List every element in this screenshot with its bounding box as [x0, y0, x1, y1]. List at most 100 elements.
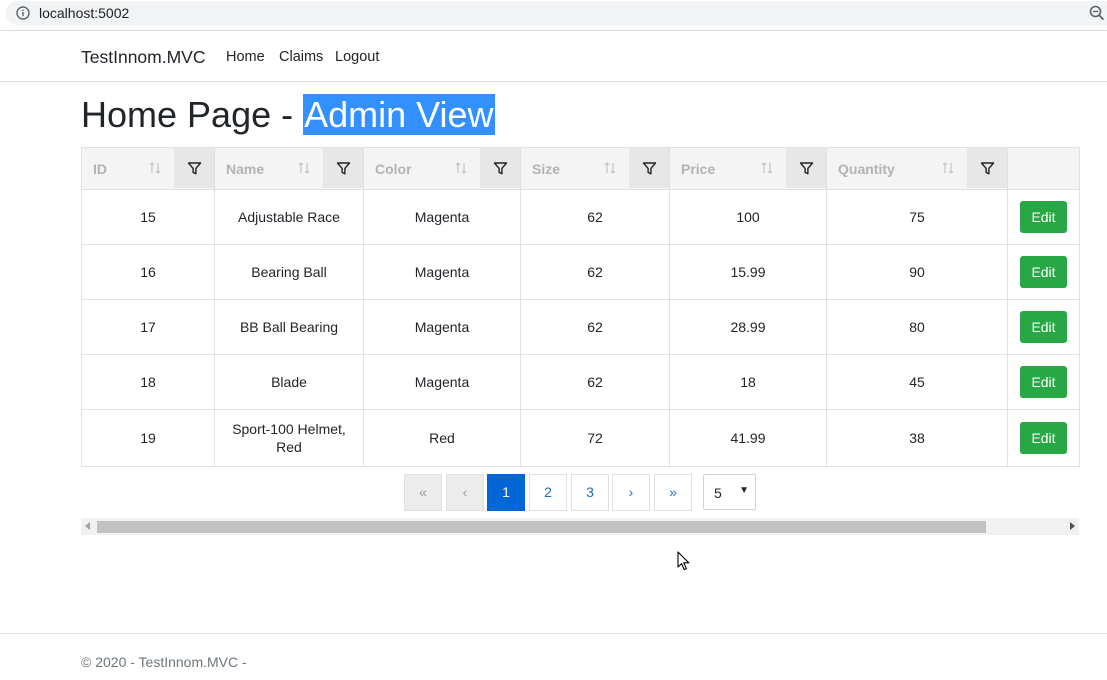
column-header-size[interactable]: Size — [520, 147, 670, 190]
first-page-button[interactable]: « — [404, 474, 442, 511]
sort-icon[interactable] — [603, 161, 617, 175]
url-text[interactable]: localhost:5002 — [39, 5, 129, 21]
cell-name: Sport-100 Helmet, Red — [214, 409, 364, 467]
cell-color: Magenta — [363, 244, 521, 300]
column-header-label: Color — [375, 161, 412, 177]
column-header-id[interactable]: ID — [81, 147, 215, 190]
info-icon[interactable] — [16, 6, 30, 20]
cell-id: 16 — [81, 244, 215, 300]
scroll-left-arrow-icon[interactable] — [85, 522, 90, 530]
page-title-prefix: Home Page - — [81, 94, 304, 135]
cell-actions: Edit — [1007, 299, 1080, 355]
filter-button[interactable] — [629, 148, 669, 188]
cell-price: 15.99 — [669, 244, 827, 300]
edit-button[interactable]: Edit — [1020, 366, 1067, 398]
cell-name: Adjustable Race — [214, 189, 364, 245]
page-button-2[interactable]: 2 — [529, 474, 567, 511]
column-header-color[interactable]: Color — [363, 147, 521, 190]
edit-button[interactable]: Edit — [1020, 311, 1067, 343]
sort-icon[interactable] — [760, 161, 774, 175]
cell-id: 18 — [81, 354, 215, 410]
cell-quantity: 75 — [826, 189, 1008, 245]
cell-actions: Edit — [1007, 354, 1080, 410]
page-button-3[interactable]: 3 — [571, 474, 609, 511]
browser-address-bar: localhost:5002 — [0, 0, 1107, 31]
cell-size: 62 — [520, 244, 670, 300]
cell-color: Magenta — [363, 354, 521, 410]
cell-quantity: 38 — [826, 409, 1008, 467]
zoom-icon[interactable] — [1089, 5, 1105, 21]
nav-home-link[interactable]: Home — [226, 49, 265, 65]
filter-icon — [980, 161, 994, 174]
cell-size: 62 — [520, 189, 670, 245]
page-title-highlight: Admin View — [303, 94, 495, 135]
edit-button[interactable]: Edit — [1020, 201, 1067, 233]
column-header-actions — [1007, 147, 1080, 190]
sort-icon[interactable] — [297, 161, 311, 175]
column-header-label: Quantity — [838, 161, 895, 177]
url-field[interactable]: localhost:5002 — [6, 1, 1107, 25]
cell-price: 41.99 — [669, 409, 827, 467]
table-row: 18 Blade Magenta 62 18 45 Edit — [81, 354, 1080, 410]
nav-claims-link[interactable]: Claims — [279, 49, 323, 65]
scrollbar-thumb[interactable] — [97, 521, 986, 533]
cell-quantity: 80 — [826, 299, 1008, 355]
column-header-name[interactable]: Name — [214, 147, 364, 190]
column-header-label: Name — [226, 161, 265, 177]
page-size-select[interactable]: 5 ▼ — [703, 474, 756, 510]
table-row: 19 Sport-100 Helmet, Red Red 72 41.99 38… — [81, 409, 1080, 467]
mouse-cursor-icon — [677, 551, 690, 571]
filter-icon — [336, 161, 350, 174]
sort-icon[interactable] — [454, 161, 468, 175]
cell-actions: Edit — [1007, 409, 1080, 467]
column-header-label: Price — [681, 161, 716, 177]
table-row: 15 Adjustable Race Magenta 62 100 75 Edi… — [81, 189, 1080, 245]
filter-icon — [493, 161, 507, 174]
sort-icon[interactable] — [148, 161, 162, 175]
column-header-quantity[interactable]: Quantity — [826, 147, 1008, 190]
table-row: 17 BB Ball Bearing Magenta 62 28.99 80 E… — [81, 299, 1080, 355]
edit-button[interactable]: Edit — [1020, 256, 1067, 288]
cell-actions: Edit — [1007, 244, 1080, 300]
cell-size: 62 — [520, 299, 670, 355]
cell-color: Magenta — [363, 299, 521, 355]
column-header-price[interactable]: Price — [669, 147, 827, 190]
filter-icon — [187, 161, 201, 174]
prev-page-button[interactable]: ‹ — [446, 474, 484, 511]
next-page-button[interactable]: › — [612, 474, 650, 511]
cell-price: 100 — [669, 189, 827, 245]
cell-color: Red — [363, 409, 521, 467]
last-page-button[interactable]: » — [654, 474, 692, 511]
cell-price: 18 — [669, 354, 827, 410]
nav-logout-link[interactable]: Logout — [335, 49, 379, 65]
page-title: Home Page - Admin View — [81, 94, 495, 135]
filter-button[interactable] — [967, 148, 1007, 188]
filter-button[interactable] — [786, 148, 826, 188]
cell-id: 17 — [81, 299, 215, 355]
page-size-value: 5 — [714, 485, 722, 501]
cell-color: Magenta — [363, 189, 521, 245]
brand-link[interactable]: TestInnom.MVC — [81, 47, 205, 68]
footer: © 2020 - TestInnom.MVC - — [0, 633, 1107, 680]
scroll-right-arrow-icon[interactable] — [1070, 522, 1075, 530]
filter-icon — [642, 161, 656, 174]
cell-name: Blade — [214, 354, 364, 410]
navbar: TestInnom.MVC Home Claims Logout — [0, 31, 1107, 82]
edit-button[interactable]: Edit — [1020, 422, 1067, 454]
cell-quantity: 90 — [826, 244, 1008, 300]
page-button-1[interactable]: 1 — [487, 474, 525, 511]
cell-id: 15 — [81, 189, 215, 245]
column-header-label: Size — [532, 161, 561, 177]
filter-button[interactable] — [480, 148, 520, 188]
filter-button[interactable] — [174, 148, 214, 188]
sort-icon[interactable] — [941, 161, 955, 175]
horizontal-scrollbar[interactable] — [81, 518, 1079, 535]
filter-icon — [799, 161, 813, 174]
cell-price: 28.99 — [669, 299, 827, 355]
cell-name: BB Ball Bearing — [214, 299, 364, 355]
filter-button[interactable] — [323, 148, 363, 188]
cell-name: Bearing Ball — [214, 244, 364, 300]
cell-quantity: 45 — [826, 354, 1008, 410]
cell-actions: Edit — [1007, 189, 1080, 245]
table-row: 16 Bearing Ball Magenta 62 15.99 90 Edit — [81, 244, 1080, 300]
